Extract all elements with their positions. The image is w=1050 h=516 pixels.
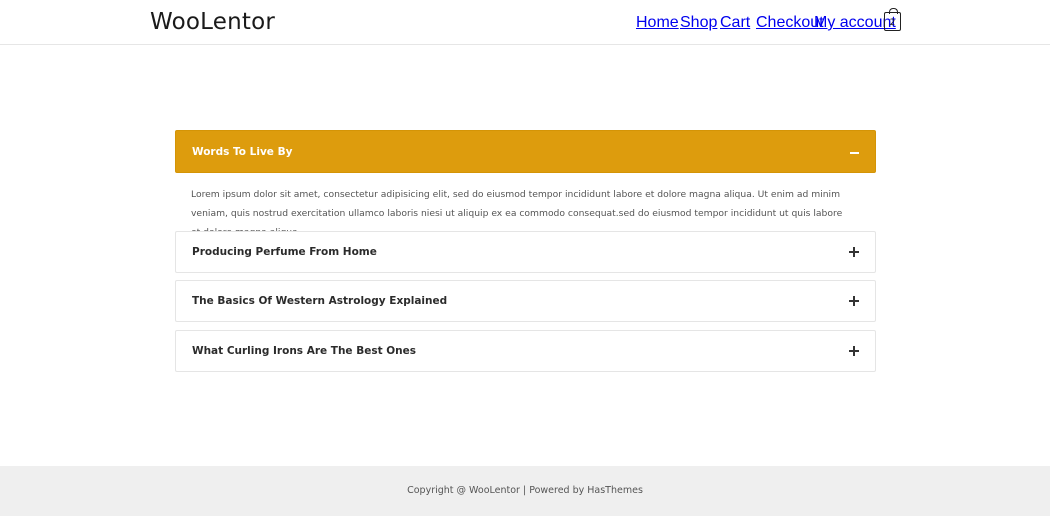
minus-icon[interactable] bbox=[850, 152, 859, 154]
cart-count-badge: 2 bbox=[889, 17, 896, 28]
accordion-item[interactable]: Producing Perfume From Home bbox=[175, 231, 876, 273]
site-footer: Copyright @ WooLentor | Powered by HasTh… bbox=[0, 466, 1050, 516]
accordion-item-title: The Basics Of Western Astrology Explaine… bbox=[192, 295, 448, 307]
nav-home[interactable]: Home bbox=[636, 14, 679, 31]
accordion-item[interactable]: What Curling Irons Are The Best Ones bbox=[175, 330, 876, 372]
site-header: WooLentor Home Shop Cart Checkout My acc… bbox=[0, 0, 1050, 45]
plus-icon[interactable] bbox=[849, 296, 859, 306]
accordion-item[interactable]: The Basics Of Western Astrology Explaine… bbox=[175, 280, 876, 322]
site-logo[interactable]: WooLentor bbox=[150, 9, 275, 35]
plus-icon[interactable] bbox=[849, 247, 859, 257]
accordion-title: Words To Live By bbox=[192, 146, 293, 158]
accordion-header-active[interactable]: Words To Live By bbox=[175, 130, 876, 173]
copyright-text: Copyright @ WooLentor | Powered by HasTh… bbox=[407, 485, 643, 496]
nav-shop[interactable]: Shop bbox=[680, 14, 717, 31]
accordion-item-title: What Curling Irons Are The Best Ones bbox=[192, 345, 417, 357]
nav-cart[interactable]: Cart bbox=[720, 14, 750, 31]
shopping-bag-icon[interactable]: 2 bbox=[884, 8, 901, 31]
accordion-item-title: Producing Perfume From Home bbox=[192, 246, 377, 258]
plus-icon[interactable] bbox=[849, 346, 859, 356]
